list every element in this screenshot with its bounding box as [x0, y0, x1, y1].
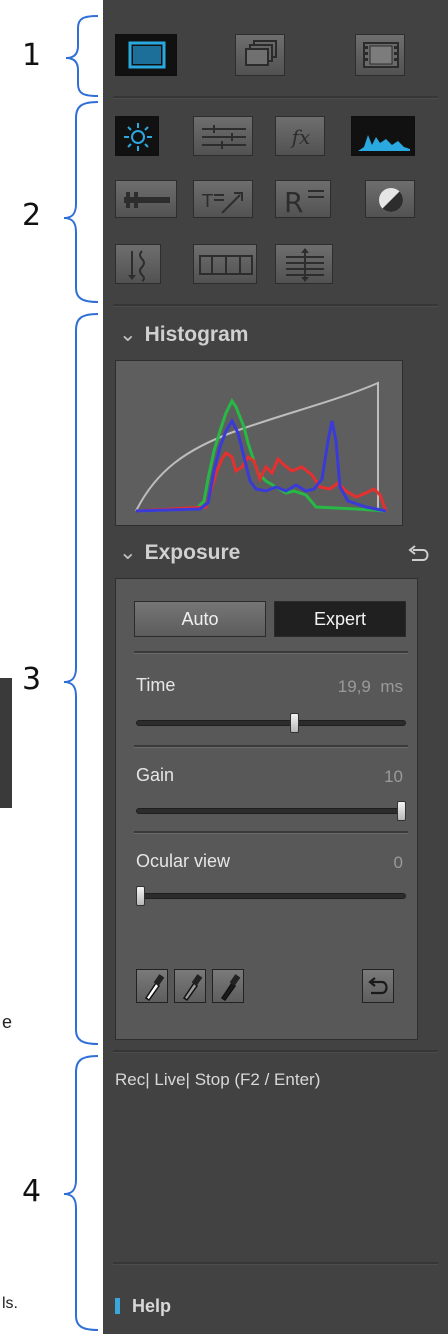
multi-frame-button[interactable] — [235, 34, 285, 76]
callout-1: 1 — [22, 38, 42, 73]
contrast-icon — [379, 188, 404, 213]
svg-text:T: T — [201, 191, 214, 212]
report-icon: R — [284, 186, 324, 219]
histogram-plot — [135, 381, 388, 513]
time-value: 19,9 ms — [338, 677, 403, 697]
text-annotation-icon: T — [201, 191, 243, 214]
text-annotation-button[interactable]: T — [193, 180, 253, 218]
separator — [134, 745, 408, 748]
report-label: R — [284, 186, 303, 219]
divider — [113, 96, 438, 99]
time-slider-thumb[interactable] — [289, 713, 299, 733]
exposure-title: Exposure — [144, 541, 241, 564]
callout-3: 3 — [22, 662, 42, 697]
help-label: Help — [132, 1296, 172, 1316]
frame-compare-icon — [199, 255, 253, 275]
ocular-view-slider-track[interactable] — [136, 893, 406, 899]
separator — [134, 651, 408, 654]
histogram-button[interactable] — [351, 116, 415, 156]
multi-frame-icon — [245, 40, 277, 66]
histogram-icon — [358, 135, 410, 151]
brightness-button[interactable] — [115, 116, 159, 156]
divider — [113, 304, 438, 307]
undo-icon — [368, 977, 388, 995]
adjust-sliders-icon — [202, 125, 246, 149]
exposure-reset-icon[interactable] — [407, 544, 431, 566]
record-status-text[interactable]: Rec| Live| Stop (F2 / Enter) — [115, 1070, 320, 1090]
divider — [113, 1262, 438, 1265]
single-frame-icon — [128, 41, 166, 69]
help-indicator-icon — [115, 1298, 120, 1314]
help-button[interactable]: Help — [115, 1296, 171, 1317]
time-number: 19,9 — [337, 677, 371, 696]
fx-label: fx — [290, 125, 311, 149]
exposure-panel: Auto Expert Time 19,9 ms Gain 10 Ocular … — [115, 578, 418, 1040]
callout-2: 2 — [22, 198, 42, 233]
divider — [113, 1050, 438, 1053]
time-label: Time — [136, 675, 176, 695]
pipette-icon — [220, 974, 241, 1002]
adjust-button[interactable] — [193, 116, 253, 156]
gain-value: 10 — [384, 767, 403, 786]
fx-icon: fx — [290, 125, 311, 149]
brightness-icon — [124, 123, 152, 151]
single-frame-button[interactable] — [115, 34, 177, 76]
pipette-button[interactable] — [136, 969, 168, 1003]
histogram-header[interactable]: ⌄ Histogram — [119, 322, 248, 347]
gain-slider-track[interactable] — [136, 808, 406, 814]
callout-brackets — [63, 15, 99, 1331]
align-icon — [286, 248, 324, 282]
histogram-title: Histogram — [144, 323, 249, 346]
gain-label: Gain — [136, 765, 175, 785]
film-strip-button[interactable] — [355, 34, 405, 76]
reset-button[interactable] — [362, 969, 394, 1003]
z-stack-icon — [128, 250, 145, 282]
pipette-icon — [144, 974, 165, 1002]
ocular-view-value: 0 — [393, 853, 403, 872]
chevron-down-icon: ⌄ — [119, 541, 137, 564]
green-channel-line — [135, 398, 387, 513]
time-slider-track[interactable] — [136, 720, 406, 726]
auto-mode-button[interactable]: Auto — [134, 601, 266, 637]
exposure-header[interactable]: ⌄ Exposure — [119, 540, 240, 565]
ocular-view-label: Ocular view — [136, 851, 231, 871]
control-panel: fx T R ⌄ Histogram ⌄ Exposure Auto Exper… — [103, 0, 448, 1334]
pipette-button[interactable] — [174, 969, 206, 1003]
pipette-icon — [182, 974, 203, 1002]
z-stack-button[interactable] — [115, 244, 161, 284]
callout-4: 4 — [22, 1174, 42, 1209]
align-button[interactable] — [275, 244, 333, 284]
report-button[interactable]: R — [275, 180, 331, 219]
chevron-down-icon: ⌄ — [119, 323, 137, 346]
frame-compare-button[interactable] — [193, 244, 257, 284]
blue-channel-line — [135, 417, 387, 513]
fx-button[interactable]: fx — [275, 116, 325, 156]
gain-slider-thumb[interactable] — [397, 801, 406, 821]
separator — [134, 831, 408, 834]
time-unit: ms — [380, 677, 403, 696]
pipette-button[interactable] — [212, 969, 244, 1003]
measure-icon — [124, 192, 170, 208]
ocular-view-slider-thumb[interactable] — [136, 886, 145, 906]
expert-mode-button[interactable]: Expert — [274, 601, 406, 637]
measure-button[interactable] — [115, 180, 177, 218]
film-strip-icon — [363, 42, 399, 68]
histogram-chart — [115, 360, 403, 526]
contrast-button[interactable] — [365, 180, 415, 218]
